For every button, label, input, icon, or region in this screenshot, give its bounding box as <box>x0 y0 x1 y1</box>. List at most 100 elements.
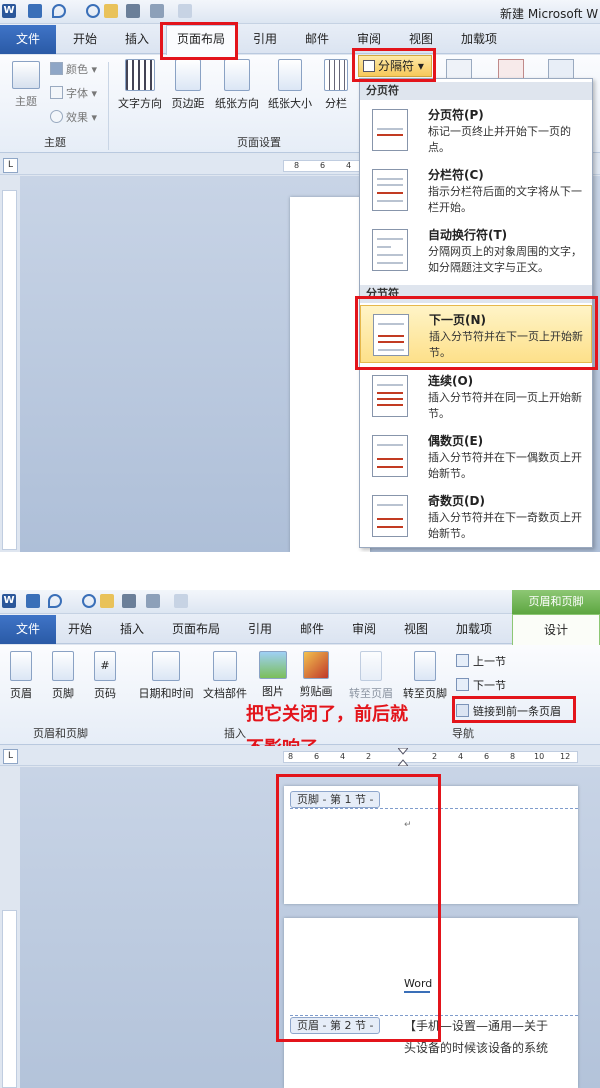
header-button[interactable]: 页眉 <box>6 651 36 701</box>
menu-item-even-page[interactable]: 偶数页(E) 插入分节符并在下一偶数页上开始新节。 <box>360 427 592 485</box>
list-icon[interactable] <box>146 594 160 608</box>
header-label: 页眉 <box>10 687 32 700</box>
effects-label: 效果 <box>66 111 88 124</box>
tab-page-layout[interactable]: 页面布局 <box>172 620 220 637</box>
themes-icon <box>12 61 40 89</box>
quick-parts-button[interactable]: 文档部件 <box>200 651 250 701</box>
save-icon[interactable] <box>28 4 42 18</box>
menu-item-odd-page[interactable]: 奇数页(D) 插入分节符并在下一奇数页上开始新节。 <box>360 487 592 545</box>
date-time-button[interactable]: 日期和时间 <box>136 651 196 701</box>
highlight-link-to-previous <box>452 696 576 723</box>
menu-item-desc: 插入分节符并在下一偶数页上开始新节。 <box>428 451 582 480</box>
tab-stop-selector[interactable]: L <box>3 158 18 173</box>
org-chart-icon[interactable] <box>126 4 140 18</box>
redo-icon[interactable] <box>82 594 96 608</box>
tab-addins[interactable]: 加载项 <box>456 620 492 637</box>
tab-review[interactable]: 审阅 <box>352 620 376 637</box>
tab-review[interactable]: 审阅 <box>357 30 381 47</box>
print-preview-icon[interactable] <box>178 4 192 18</box>
tab-file[interactable]: 文件 <box>0 615 56 644</box>
menu-item-continuous[interactable]: 连续(O) 插入分节符并在同一页上开始新节。 <box>360 367 592 425</box>
tab-view[interactable]: 视图 <box>409 30 433 47</box>
save-icon[interactable] <box>26 594 40 608</box>
ruler-number: 10 <box>534 752 545 761</box>
word-app-icon[interactable]: W <box>2 4 16 18</box>
next-section-button[interactable]: 下一节 <box>456 677 506 693</box>
columns-button[interactable]: 分栏 <box>320 59 352 111</box>
ruler-number: 4 <box>340 752 346 761</box>
clip-art-label: 剪贴画 <box>299 685 333 698</box>
goto-footer-button[interactable]: 转至页脚 <box>400 651 450 701</box>
previous-section-label: 上一节 <box>473 655 506 668</box>
previous-section-button[interactable]: 上一节 <box>456 653 506 669</box>
theme-colors-button[interactable]: 颜色 ▾ <box>50 61 97 77</box>
themes-button[interactable]: 主题 <box>8 61 44 109</box>
vertical-ruler[interactable] <box>2 910 17 1088</box>
tab-addins[interactable]: 加载项 <box>461 30 497 47</box>
page-number-button[interactable]: # 页码 <box>90 651 120 701</box>
goto-header-icon <box>360 651 382 681</box>
group-separator <box>108 62 109 150</box>
goto-header-button[interactable]: 转至页眉 <box>346 651 396 701</box>
theme-fonts-button[interactable]: 字体 ▾ <box>50 85 97 101</box>
indent-marker-icon[interactable] <box>396 747 410 767</box>
org-chart-icon[interactable] <box>122 594 136 608</box>
tab-home[interactable]: 开始 <box>73 30 97 47</box>
menu-item-title: 分页符(P) <box>428 108 484 122</box>
ruler-number: 6 <box>314 752 320 761</box>
tab-mailings[interactable]: 邮件 <box>300 620 324 637</box>
tab-references[interactable]: 引用 <box>248 620 272 637</box>
menu-item-desc: 分隔网页上的对象周围的文字，如分隔题注文字与正文。 <box>428 245 582 274</box>
theme-effects-button[interactable]: 效果 ▾ <box>50 109 97 125</box>
orientation-icon <box>224 59 250 91</box>
print-preview-icon[interactable] <box>174 594 188 608</box>
tab-home[interactable]: 开始 <box>68 620 92 637</box>
vertical-ruler[interactable] <box>2 190 17 550</box>
horizontal-ruler[interactable]: 8 6 4 <box>283 160 363 172</box>
picture-button[interactable]: 图片 <box>258 651 288 699</box>
menu-item-desc: 指示分栏符后面的文字将从下一栏开始。 <box>428 185 582 214</box>
date-time-label: 日期和时间 <box>138 687 194 700</box>
horizontal-ruler[interactable]: 8 6 4 2 2 4 6 8 10 12 <box>283 751 578 763</box>
text-direction-button[interactable]: 文字方向 <box>115 59 165 111</box>
ruler-number: 8 <box>294 161 300 170</box>
footer-icon <box>52 651 74 681</box>
clip-art-button[interactable]: 剪贴画 <box>296 651 336 699</box>
themes-label: 主题 <box>15 95 37 108</box>
menu-item-text-wrapping-break[interactable]: 自动换行符(T) 分隔网页上的对象周围的文字，如分隔题注文字与正文。 <box>360 221 592 279</box>
tab-design[interactable]: 设计 <box>512 614 600 645</box>
list-icon[interactable] <box>150 4 164 18</box>
menu-item-desc: 标记一页终止并开始下一页的点。 <box>428 125 571 154</box>
tab-view[interactable]: 视图 <box>404 620 428 637</box>
tab-insert[interactable]: 插入 <box>125 30 149 47</box>
redo-icon[interactable] <box>86 4 100 18</box>
open-folder-icon[interactable] <box>104 4 118 18</box>
document-page[interactable] <box>290 197 370 552</box>
word-app-icon[interactable]: W <box>2 594 16 608</box>
undo-icon[interactable] <box>52 4 66 18</box>
ruler-number: 6 <box>484 752 490 761</box>
tab-insert[interactable]: 插入 <box>120 620 144 637</box>
colors-label: 颜色 <box>66 63 88 76</box>
tab-file[interactable]: 文件 <box>0 25 56 54</box>
orientation-button[interactable]: 纸张方向 <box>212 59 262 111</box>
menu-item-page-break[interactable]: 分页符(P) 标记一页终止并开始下一页的点。 <box>360 101 592 159</box>
tab-mailings[interactable]: 邮件 <box>305 30 329 47</box>
screenshot-breaks-menu: W 新建 Microsoft W 开始 插入 页面布局 引用 邮件 审阅 视图 … <box>0 0 600 552</box>
menu-item-column-break[interactable]: 分栏符(C) 指示分栏符后面的文字将从下一栏开始。 <box>360 161 592 219</box>
undo-icon[interactable] <box>48 594 62 608</box>
ruler-number: 12 <box>560 752 571 761</box>
paper-size-icon <box>278 59 302 91</box>
tab-references[interactable]: 引用 <box>253 30 277 47</box>
tab-stop-selector[interactable]: L <box>3 749 18 764</box>
fonts-label: 字体 <box>66 87 88 100</box>
footer-button[interactable]: 页脚 <box>48 651 78 701</box>
paper-size-button[interactable]: 纸张大小 <box>265 59 315 111</box>
next-section-icon <box>456 678 469 691</box>
ruler-number: 8 <box>288 752 294 761</box>
highlight-breaks-button <box>352 48 436 82</box>
margins-button[interactable]: 页边距 <box>168 59 208 111</box>
ruler-number: 4 <box>458 752 464 761</box>
column-break-icon <box>372 169 408 211</box>
open-folder-icon[interactable] <box>100 594 114 608</box>
